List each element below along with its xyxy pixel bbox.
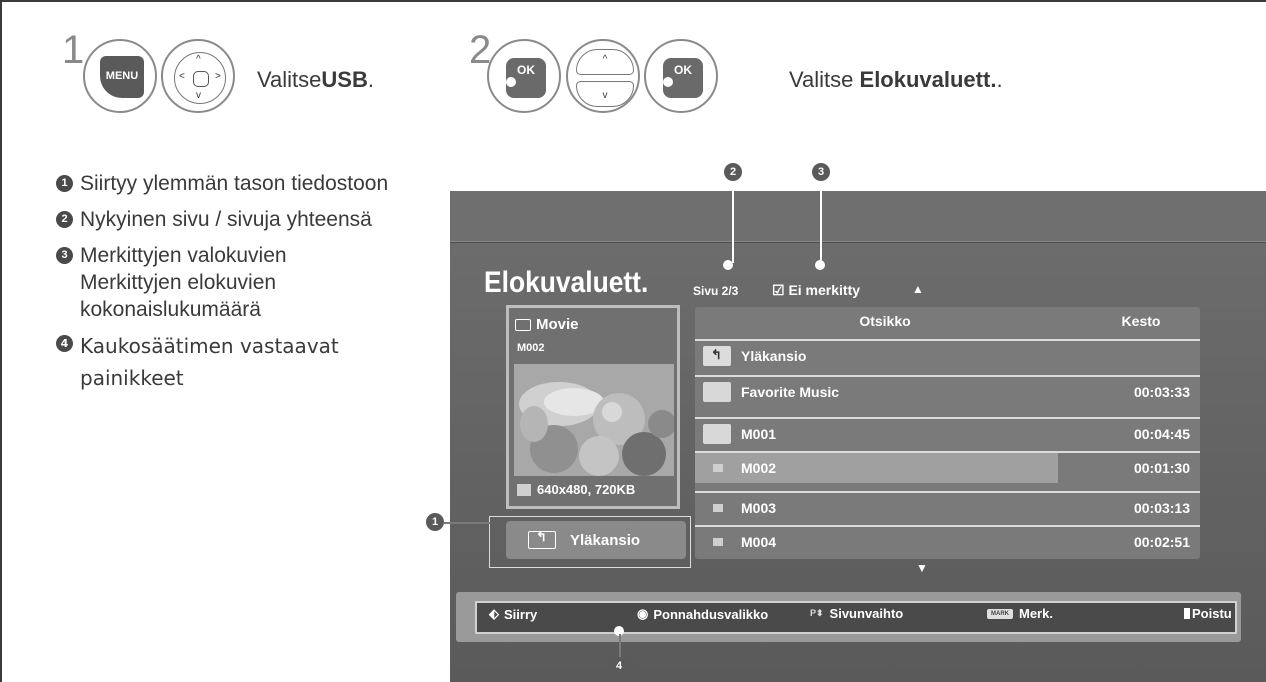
ok-key: OK ◉ bbox=[506, 58, 546, 98]
ok-button-1: OK ◉ bbox=[487, 39, 561, 113]
list-header: Otsikko Kesto bbox=[695, 307, 1200, 337]
column-header-title: Otsikko bbox=[859, 313, 911, 329]
up-folder-button[interactable]: Yläkansio bbox=[506, 521, 686, 559]
callout-4-line bbox=[619, 634, 621, 658]
preview-file-id: M002 bbox=[517, 342, 545, 354]
page-change-hint: P⬍ Sivunvaihto bbox=[810, 606, 904, 621]
callout-3: 3 bbox=[812, 163, 830, 181]
marked-count: ☑ Ei merkitty bbox=[772, 282, 861, 298]
scroll-down-icon[interactable]: ▼ bbox=[916, 561, 928, 575]
list-item[interactable]: Yläkansio bbox=[695, 339, 1200, 371]
dpad-center bbox=[193, 71, 209, 87]
chevron-up-icon: ^ bbox=[576, 49, 634, 75]
step1-instruction: ValitseUSB. bbox=[257, 67, 374, 92]
chevron-down-icon: v bbox=[196, 90, 201, 101]
preview-thumbnail bbox=[514, 364, 674, 476]
callout-2-dot bbox=[723, 260, 733, 270]
mark-hint: MARK Merk. bbox=[987, 606, 1053, 621]
callout-1-line bbox=[444, 522, 490, 524]
frame-border-top bbox=[0, 0, 1266, 2]
legend-item-3: 3 Merkittyjen valokuvien Merkittyjen elok… bbox=[56, 242, 386, 323]
file-icon bbox=[713, 464, 723, 472]
menu-key: MENU bbox=[100, 56, 144, 98]
up-down-button: ^ v bbox=[566, 39, 640, 113]
step2-instruction: Valitse Elokuvaluett.. bbox=[789, 67, 1003, 92]
exit-icon bbox=[1184, 608, 1190, 619]
preview-file-info: 640x480, 720KB bbox=[517, 482, 635, 497]
mark-key-icon: MARK bbox=[987, 608, 1013, 619]
list-item[interactable]: M004 00:02:51 bbox=[695, 525, 1200, 557]
callout-3-dot bbox=[815, 260, 825, 270]
ok-dot-icon: ◉ bbox=[506, 76, 516, 88]
list-item[interactable]: M001 00:04:45 bbox=[695, 417, 1200, 449]
list-item[interactable]: Favorite Music 00:03:33 bbox=[695, 375, 1200, 407]
callout-2-line bbox=[732, 181, 734, 263]
page-key-icon: P⬍ bbox=[810, 608, 824, 618]
legend-item-2: 2 Nykyinen sivu / sivuja yhteensä bbox=[56, 206, 372, 233]
list-item[interactable]: M003 00:03:13 bbox=[695, 491, 1200, 523]
callout-3-line bbox=[820, 181, 822, 263]
list-item-selected[interactable]: M002 00:01:30 bbox=[695, 451, 1200, 483]
folder-icon bbox=[703, 424, 731, 444]
callout-4: 4 bbox=[610, 657, 628, 675]
scroll-up-icon[interactable]: ▲ bbox=[912, 282, 924, 296]
file-icon bbox=[517, 483, 531, 496]
chevron-up-icon: ^ bbox=[196, 54, 201, 65]
frame-border-left bbox=[0, 0, 2, 682]
callout-2: 2 bbox=[724, 163, 742, 181]
page-indicator: Sivu 2/3 bbox=[693, 284, 739, 298]
up-folder-icon bbox=[528, 529, 556, 549]
chevron-left-icon: < bbox=[179, 71, 185, 82]
legend-item-4: 4 Kaukosäätimen vastaavat painikkeet bbox=[56, 330, 356, 394]
step-number-1: 1 bbox=[62, 28, 85, 72]
popup-menu-hint: ◉ Ponnahdusvalikko bbox=[637, 606, 769, 622]
fruit-image bbox=[514, 364, 674, 476]
chevron-right-icon: > bbox=[215, 71, 221, 82]
ok-button-2: OK ◉ bbox=[644, 39, 718, 113]
file-icon bbox=[713, 504, 723, 512]
dpad-ring: ^ v < > bbox=[174, 52, 226, 104]
move-arrows-icon: ⬖ bbox=[489, 606, 499, 621]
move-hint: ⬖ Siirry bbox=[489, 606, 538, 622]
exit-hint: Poistu bbox=[1184, 606, 1232, 621]
navigation-pad: ^ v < > bbox=[161, 39, 235, 113]
folder-icon bbox=[515, 318, 531, 331]
preview-panel: Movie M002 640x480, 720KB bbox=[506, 305, 680, 509]
legend-item-1: 1 Siirtyy ylemmän tason tiedostoon bbox=[56, 170, 388, 197]
ok-key: OK ◉ bbox=[663, 58, 703, 98]
preview-folder-name: Movie bbox=[515, 316, 579, 333]
folder-icon bbox=[703, 382, 731, 402]
tv-top-band bbox=[450, 191, 1266, 242]
chevron-down-icon: v bbox=[576, 81, 634, 107]
page-title: Elokuvaluett. bbox=[484, 266, 649, 299]
up-folder-icon bbox=[703, 346, 731, 366]
file-list: Otsikko Kesto Yläkansio Favorite Music 0… bbox=[695, 307, 1200, 559]
callout-1: 1 bbox=[426, 513, 444, 531]
column-header-duration: Kesto bbox=[1121, 313, 1161, 329]
ok-dot-icon: ◉ bbox=[637, 606, 649, 621]
ok-dot-icon: ◉ bbox=[663, 76, 673, 88]
file-icon bbox=[713, 538, 723, 546]
menu-button: MENU bbox=[83, 39, 157, 113]
